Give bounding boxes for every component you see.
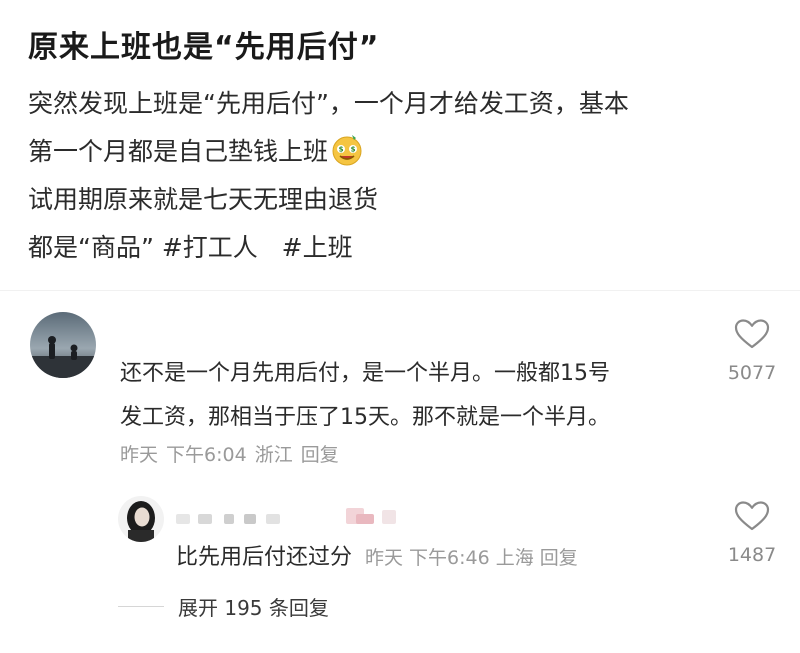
heart-icon <box>734 318 770 350</box>
hashtag-link[interactable]: #上班 <box>282 233 353 262</box>
expand-replies-label: 展开 195 条回复 <box>178 596 329 620</box>
reply-row: 比先用后付还过分 昨天下午6:46 上海回复 <box>176 539 584 571</box>
svg-text:$: $ <box>339 146 344 154</box>
comment-text: 还不是一个月先用后付，是一个半月。一般都15号 发工资，那相当于压了15天。那不… <box>120 352 720 440</box>
avatar[interactable] <box>118 496 164 542</box>
reply-button[interactable]: 回复 <box>301 444 339 466</box>
divider <box>0 290 800 291</box>
heart-icon <box>734 500 770 532</box>
like-count: 5077 <box>722 362 782 384</box>
post-body-text: 都是“商品” <box>28 233 154 262</box>
post-body: 突然发现上班是“先用后付”，一个月才给发工资，基本 第一个月都是自己垫钱上班 $… <box>28 80 778 272</box>
like-button[interactable]: 5077 <box>722 318 782 384</box>
reply-location: 上海 <box>496 547 534 569</box>
reply-meta: 昨天下午6:46 上海回复 <box>365 547 584 569</box>
post-body-line-with-tags: 都是“商品” #打工人 #上班 <box>28 224 778 272</box>
reply-text: 比先用后付还过分 <box>176 545 352 570</box>
like-count: 1487 <box>722 544 782 566</box>
money-face-emoji-icon: $ $ <box>330 132 364 166</box>
svg-text:$: $ <box>351 146 356 154</box>
reply-button[interactable]: 回复 <box>540 547 578 569</box>
hashtag-link[interactable]: #打工人 <box>162 233 258 262</box>
expand-divider <box>118 606 164 607</box>
comment-time: 下午6:04 <box>166 444 247 466</box>
avatar[interactable] <box>30 312 96 378</box>
post-body-text: 第一个月都是自己垫钱上班 <box>28 137 328 166</box>
post-title: 原来上班也是“先用后付” <box>28 22 379 66</box>
avatar-image-icon <box>118 496 164 542</box>
comment-text-line: 发工资，那相当于压了15天。那不就是一个半月。 <box>120 396 720 440</box>
comment-date: 昨天 <box>120 444 158 466</box>
comment-location: 浙江 <box>255 444 293 466</box>
post-body-line: 试用期原来就是七天无理由退货 <box>28 176 778 224</box>
reply-date: 昨天 <box>365 547 403 569</box>
expand-replies-button[interactable]: 展开 195 条回复 <box>118 592 329 622</box>
post-body-line-with-emoji: 第一个月都是自己垫钱上班 $ $ <box>28 128 778 176</box>
post-body-line: 突然发现上班是“先用后付”，一个月才给发工资，基本 <box>28 80 778 128</box>
avatar-image-icon <box>30 312 96 378</box>
comment-text-line: 还不是一个月先用后付，是一个半月。一般都15号 <box>120 352 720 396</box>
comment-meta: 昨天下午6:04 浙江回复 <box>120 440 347 467</box>
like-button[interactable]: 1487 <box>722 500 782 566</box>
reply-time: 下午6:46 <box>409 547 490 569</box>
